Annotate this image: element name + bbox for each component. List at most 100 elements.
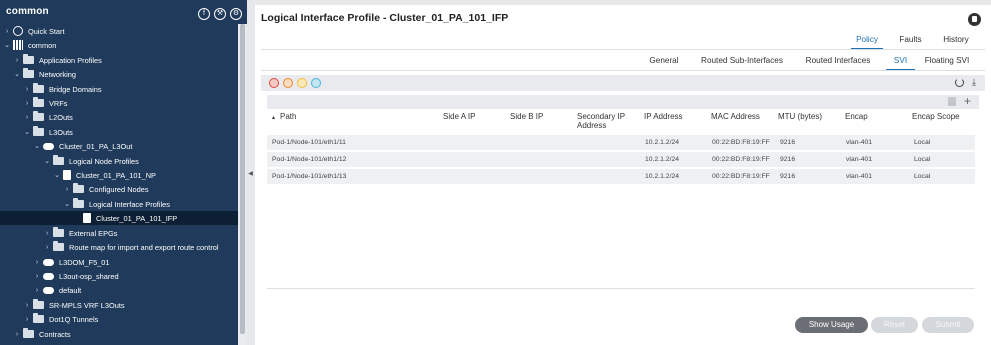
chevron-right-icon[interactable]: › bbox=[43, 230, 51, 237]
reset-button[interactable]: Reset bbox=[871, 317, 918, 333]
tools-circle-icon[interactable]: ⚒ bbox=[214, 8, 226, 20]
cell-path: Pod-1/Node-101/eth1/13 bbox=[272, 173, 347, 180]
chevron-down-icon[interactable]: ⌄ bbox=[33, 142, 41, 150]
cell-mac-address: 00:22:BD:F8:19:FF bbox=[712, 139, 770, 146]
tree-item-common[interactable]: ⌄ common bbox=[0, 38, 238, 52]
sidebar-header: common f ⚒ ⚙ bbox=[0, 0, 247, 24]
chevron-right-icon[interactable]: › bbox=[13, 331, 21, 338]
column-header-path[interactable]: Path bbox=[280, 112, 296, 121]
show-usage-button[interactable]: Show Usage bbox=[795, 317, 868, 333]
chevron-right-icon[interactable]: › bbox=[23, 100, 31, 107]
tree-item-sr-mpls[interactable]: › SR-MPLS VRF L3Outs bbox=[0, 298, 238, 312]
gear-circle-icon[interactable]: ⚙ bbox=[230, 8, 242, 20]
chevron-right-icon[interactable]: › bbox=[23, 86, 31, 93]
tree-item-application-profiles[interactable]: › Application Profiles bbox=[0, 53, 238, 67]
tree-item-label: Route map for import and export route co… bbox=[69, 242, 219, 252]
column-header-encap-scope[interactable]: Encap Scope bbox=[912, 112, 960, 121]
fault-summary-bar: ⤓ bbox=[261, 75, 985, 91]
tenant-icon bbox=[13, 40, 23, 50]
folder-icon bbox=[53, 241, 64, 251]
chevron-right-icon[interactable]: › bbox=[33, 273, 41, 280]
chevron-right-icon[interactable]: › bbox=[33, 259, 41, 266]
submit-button[interactable]: Submit bbox=[922, 317, 974, 333]
cell-encap: vlan-401 bbox=[846, 139, 873, 146]
f-circle-icon[interactable]: f bbox=[198, 8, 210, 20]
trash-icon[interactable] bbox=[948, 97, 956, 106]
column-header-encap[interactable]: Encap bbox=[845, 112, 868, 121]
chevron-right-icon[interactable]: › bbox=[43, 244, 51, 251]
document-icon bbox=[83, 213, 91, 223]
tree-item-bridge-domains[interactable]: › Bridge Domains bbox=[0, 82, 238, 96]
folder-icon bbox=[73, 183, 84, 193]
chevron-down-icon[interactable]: ⌄ bbox=[63, 200, 71, 208]
tree-item-node-profile[interactable]: ⌄ Cluster_01_PA_101_NP bbox=[0, 168, 238, 182]
column-header-mtu[interactable]: MTU (bytes) bbox=[778, 112, 822, 121]
work-pane: Logical Interface Profile - Cluster_01_P… bbox=[255, 5, 991, 345]
table-row[interactable]: Pod-1/Node-101/eth1/11 10.2.1.2/24 00:22… bbox=[267, 135, 975, 151]
chevron-right-icon[interactable]: › bbox=[3, 28, 11, 35]
sort-ascending-icon[interactable]: ▴ bbox=[272, 114, 275, 123]
tree-item-label: VRFs bbox=[49, 98, 68, 108]
table-row[interactable]: Pod-1/Node-101/eth1/13 10.2.1.2/24 00:22… bbox=[267, 169, 975, 185]
column-header-mac-address[interactable]: MAC Address bbox=[711, 112, 760, 121]
tree-item-l3out-osp-shared[interactable]: › L3out-osp_shared bbox=[0, 269, 238, 283]
tree-item-label: Logical Node Profiles bbox=[69, 156, 139, 166]
minor-fault-icon[interactable] bbox=[297, 78, 307, 88]
add-icon[interactable]: + bbox=[964, 94, 971, 108]
chevron-right-icon[interactable]: › bbox=[33, 287, 41, 294]
help-bookmark-icon[interactable] bbox=[968, 13, 981, 26]
tree-item-quick-start[interactable]: › Quick Start bbox=[0, 24, 238, 38]
tree-item-dot1q-tunnels[interactable]: › Dot1Q Tunnels bbox=[0, 312, 238, 326]
subtab-svi[interactable]: SVI bbox=[886, 54, 915, 71]
collapse-pane-icon[interactable]: ◀ bbox=[247, 170, 254, 180]
tab-faults[interactable]: Faults bbox=[896, 33, 925, 47]
sidebar-scrollbar-thumb[interactable] bbox=[240, 24, 245, 334]
column-header-ip-address[interactable]: IP Address bbox=[644, 112, 683, 121]
warning-fault-icon[interactable] bbox=[311, 78, 321, 88]
subtab-general[interactable]: General bbox=[647, 54, 681, 68]
tree-item-route-map[interactable]: › Route map for import and export route c… bbox=[0, 240, 238, 254]
tree-item-cluster-l3out[interactable]: ⌄ Cluster_01_PA_L3Out bbox=[0, 139, 238, 153]
refresh-icon[interactable] bbox=[955, 78, 964, 87]
tree-item-external-epgs[interactable]: › External EPGs bbox=[0, 226, 238, 240]
tree-item-contracts[interactable]: › Contracts bbox=[0, 327, 238, 341]
tree-item-logical-node-profiles[interactable]: ⌄ Logical Node Profiles bbox=[0, 154, 238, 168]
tree-item-label: Cluster_01_PA_101_IFP bbox=[96, 213, 178, 223]
critical-fault-icon[interactable] bbox=[269, 78, 279, 88]
tree-item-l2outs[interactable]: › L2Outs bbox=[0, 110, 238, 124]
tab-policy[interactable]: Policy bbox=[851, 33, 883, 50]
tab-history[interactable]: History bbox=[939, 33, 973, 47]
folder-icon bbox=[33, 299, 44, 309]
chevron-right-icon[interactable]: › bbox=[23, 302, 31, 309]
tree-item-l3dom-f5[interactable]: › L3DOM_F5_01 bbox=[0, 255, 238, 269]
tree-item-logical-interface-profiles[interactable]: ⌄ Logical Interface Profiles bbox=[0, 197, 238, 211]
column-header-secondary-ip[interactable]: Secondary IP Address bbox=[577, 112, 635, 130]
major-fault-icon[interactable] bbox=[283, 78, 293, 88]
column-header-side-a-ip[interactable]: Side A IP bbox=[443, 112, 475, 121]
tree-item-label: L2Outs bbox=[49, 112, 73, 122]
column-header-side-b-ip[interactable]: Side B IP bbox=[510, 112, 543, 121]
tree-item-vrfs[interactable]: › VRFs bbox=[0, 96, 238, 110]
cell-encap-scope: Local bbox=[914, 156, 931, 163]
chevron-down-icon[interactable]: ⌄ bbox=[3, 41, 11, 49]
tree-item-default[interactable]: › default bbox=[0, 283, 238, 297]
tree-item-label: Logical Interface Profiles bbox=[89, 199, 170, 209]
tree-item-configured-nodes[interactable]: › Configured Nodes bbox=[0, 182, 238, 196]
tree-item-networking[interactable]: ⌄ Networking bbox=[0, 67, 238, 81]
chevron-right-icon[interactable]: › bbox=[13, 57, 21, 64]
chevron-down-icon[interactable]: ⌄ bbox=[13, 70, 21, 78]
chevron-down-icon[interactable]: ⌄ bbox=[53, 171, 61, 179]
chevron-right-icon[interactable]: › bbox=[63, 186, 71, 193]
tree-item-interface-profile-selected[interactable]: Cluster_01_PA_101_IFP bbox=[0, 211, 238, 225]
download-icon[interactable]: ⤓ bbox=[972, 77, 976, 87]
subtab-routed-interfaces[interactable]: Routed Interfaces bbox=[803, 54, 873, 68]
chevron-right-icon[interactable]: › bbox=[23, 114, 31, 121]
folder-icon bbox=[33, 111, 44, 121]
subtab-routed-sub-interfaces[interactable]: Routed Sub-Interfaces bbox=[698, 54, 786, 68]
chevron-down-icon[interactable]: ⌄ bbox=[43, 157, 51, 165]
chevron-right-icon[interactable]: › bbox=[23, 316, 31, 323]
table-row[interactable]: Pod-1/Node-101/eth1/12 10.2.1.2/24 00:22… bbox=[267, 152, 975, 168]
chevron-down-icon[interactable]: ⌄ bbox=[23, 128, 31, 136]
tree-item-l3outs[interactable]: ⌄ L3Outs bbox=[0, 125, 238, 139]
subtab-floating-svi[interactable]: Floating SVI bbox=[923, 54, 971, 68]
